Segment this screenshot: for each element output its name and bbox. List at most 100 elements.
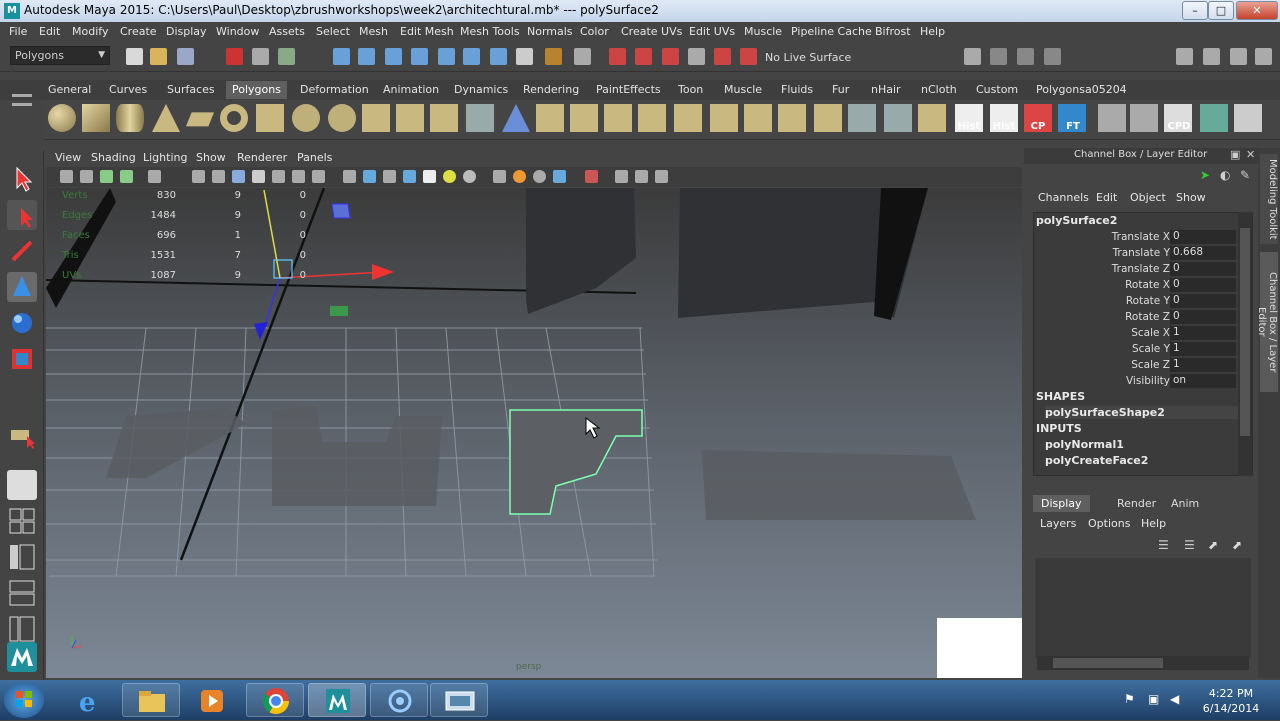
- layer-list[interactable]: [1035, 558, 1251, 658]
- cb-menu-channels[interactable]: Channels: [1038, 191, 1089, 204]
- snap-curve-icon[interactable]: [358, 48, 375, 65]
- poly-platonic-icon[interactable]: [328, 104, 356, 132]
- input-node-item[interactable]: polyCreateFace2: [1045, 454, 1148, 467]
- last-tool-icon[interactable]: [7, 420, 37, 450]
- counter-icon[interactable]: [1130, 104, 1158, 132]
- attr-label-rotate-y[interactable]: Rotate Y: [1040, 295, 1170, 307]
- textured-icon[interactable]: [403, 170, 416, 183]
- field-chart-icon[interactable]: [252, 170, 265, 183]
- toggle-icon[interactable]: [1017, 48, 1034, 65]
- attr-label-rotate-x[interactable]: Rotate X: [1040, 279, 1170, 291]
- motion-blur-icon[interactable]: [513, 170, 526, 183]
- attr-value-rotate-y[interactable]: 0: [1170, 294, 1236, 308]
- shelf-tab-painteffects[interactable]: PaintEffects: [590, 81, 667, 99]
- poke-icon[interactable]: [884, 104, 912, 132]
- insert-edge-loop-icon[interactable]: [710, 104, 738, 132]
- append-polygon-icon[interactable]: [638, 104, 666, 132]
- duplicate-face-icon[interactable]: [918, 104, 946, 132]
- attr-value-scale-z[interactable]: 1: [1170, 358, 1236, 372]
- attr-label-translate-x[interactable]: Translate X: [1040, 231, 1170, 243]
- render-settings-icon[interactable]: [662, 48, 679, 65]
- shelf-tab-muscle[interactable]: Muscle: [718, 81, 768, 99]
- cb-menu-object[interactable]: Object: [1130, 191, 1166, 204]
- grid-icon[interactable]: [148, 170, 161, 183]
- panel-menu-shading[interactable]: Shading: [91, 151, 136, 164]
- safe-title-icon[interactable]: [292, 170, 305, 183]
- snap-plane-icon[interactable]: [411, 48, 428, 65]
- select-component-icon[interactable]: [278, 48, 295, 65]
- shelf-tab-ncloth[interactable]: nCloth: [915, 81, 963, 99]
- panel-menu-view[interactable]: View: [55, 151, 81, 164]
- attr-label-translate-y[interactable]: Translate Y: [1040, 247, 1170, 259]
- xray-joints-icon[interactable]: [635, 170, 648, 183]
- menu-select[interactable]: Select: [316, 25, 350, 38]
- bookmark-icon[interactable]: [100, 170, 113, 183]
- checker-icon[interactable]: [423, 170, 436, 183]
- poly-cylinder-icon[interactable]: [116, 104, 144, 132]
- film-gate-icon[interactable]: [192, 170, 205, 183]
- panel-menu-lighting[interactable]: Lighting: [143, 151, 187, 164]
- extract-icon[interactable]: [430, 104, 458, 132]
- outliner-layout-icon[interactable]: [7, 542, 37, 572]
- history-icon[interactable]: [463, 48, 480, 65]
- merge-icon[interactable]: [778, 104, 806, 132]
- scene-canvas[interactable]: [46, 188, 1022, 678]
- menu-muscle[interactable]: Muscle: [744, 25, 782, 38]
- custom-tool-icon[interactable]: [1200, 104, 1228, 132]
- toggle-icon[interactable]: [1044, 48, 1061, 65]
- move-up-icon[interactable]: ⬈: [1208, 538, 1218, 552]
- side-tab-channel-box[interactable]: Channel Box / Layer Editor: [1256, 252, 1278, 392]
- scrollbar-thumb[interactable]: [1240, 228, 1250, 436]
- new-scene-icon[interactable]: [126, 48, 143, 65]
- volume-icon[interactable]: ◀: [1170, 692, 1179, 706]
- lights-icon[interactable]: [443, 170, 456, 183]
- le-menu-layers[interactable]: Layers: [1040, 517, 1076, 530]
- menu-display[interactable]: Display: [166, 25, 207, 38]
- resolution-gate-icon[interactable]: [212, 170, 225, 183]
- wireframe-icon[interactable]: [343, 170, 356, 183]
- tool-settings-icon[interactable]: [1230, 48, 1247, 65]
- shelf-tab-general[interactable]: General: [42, 81, 97, 99]
- dof-icon[interactable]: [553, 170, 566, 183]
- flag-icon[interactable]: ⚑: [1124, 692, 1135, 706]
- refresh-icon[interactable]: ◐: [1220, 168, 1230, 182]
- shelf-tab-surfaces[interactable]: Surfaces: [161, 81, 221, 99]
- image-plane-icon[interactable]: [120, 170, 133, 183]
- menu-color[interactable]: Color: [580, 25, 609, 38]
- menu-mesh-tools[interactable]: Mesh Tools: [460, 25, 520, 38]
- poly-torus-icon[interactable]: [220, 104, 248, 132]
- scrollbar-thumb[interactable]: [1053, 658, 1163, 668]
- shape-node-item[interactable]: polySurfaceShape2: [1045, 406, 1245, 419]
- toggle-icon[interactable]: [990, 48, 1007, 65]
- input-node-item[interactable]: polyNormal1: [1045, 438, 1124, 451]
- close-icon[interactable]: ✕: [1246, 148, 1255, 161]
- isolate-select-icon[interactable]: [585, 170, 598, 183]
- split-polygon-icon[interactable]: [674, 104, 702, 132]
- snap-surface-icon[interactable]: [438, 48, 455, 65]
- attr-label-scale-y[interactable]: Scale Y: [1040, 343, 1170, 355]
- menu-modify[interactable]: Modify: [72, 25, 108, 38]
- hypershade-layout-icon[interactable]: [7, 614, 37, 644]
- camera-attr-icon[interactable]: [80, 170, 93, 183]
- attr-label-scale-x[interactable]: Scale X: [1040, 327, 1170, 339]
- smooth-icon[interactable]: [466, 104, 494, 132]
- channel-box-scrollbar[interactable]: [1238, 212, 1252, 476]
- poly-soccer-icon[interactable]: [292, 104, 320, 132]
- shelf-tab-fur[interactable]: Fur: [826, 81, 855, 99]
- perspective-viewport[interactable]: Verts 830 9 0 Edges 1484 9 0 Faces 696 1…: [46, 188, 1022, 678]
- shelf-tab-dynamics[interactable]: Dynamics: [448, 81, 514, 99]
- menu-help[interactable]: Help: [920, 25, 945, 38]
- selected-object-name[interactable]: polySurface2: [1036, 214, 1117, 227]
- aa-icon[interactable]: [533, 170, 546, 183]
- attr-value-translate-z[interactable]: 0: [1170, 262, 1236, 276]
- attr-label-scale-z[interactable]: Scale Z: [1040, 359, 1170, 371]
- panel-menu-renderer[interactable]: Renderer: [237, 151, 287, 164]
- smooth-shade-icon[interactable]: [363, 170, 376, 183]
- channel-box-icon[interactable]: [1255, 48, 1272, 65]
- attr-value-rotate-x[interactable]: 0: [1170, 278, 1236, 292]
- wedge-icon[interactable]: [848, 104, 876, 132]
- menu-create[interactable]: Create: [120, 25, 157, 38]
- ao-icon[interactable]: [493, 170, 506, 183]
- chrome-icon[interactable]: [246, 683, 304, 717]
- collapse-icon[interactable]: [814, 104, 842, 132]
